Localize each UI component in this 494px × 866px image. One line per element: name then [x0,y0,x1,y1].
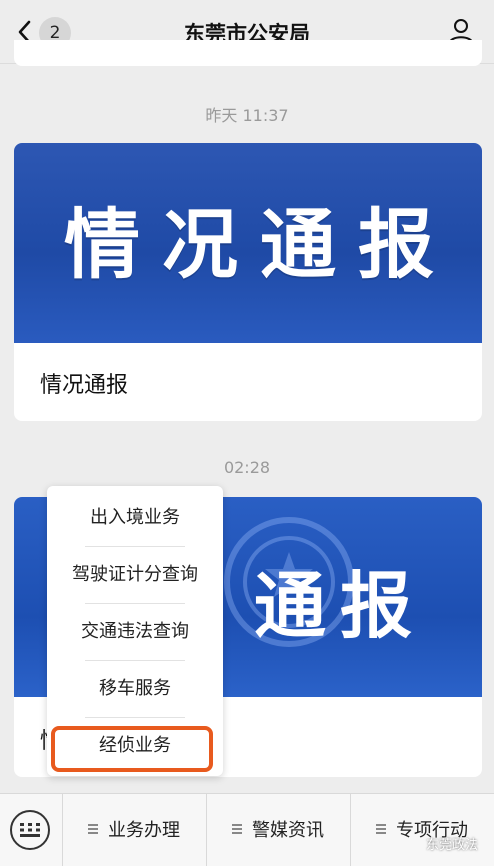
message-timestamp: 昨天 11:37 [205,106,289,125]
tab-label: 业务办理 [108,820,180,841]
article-title: 情况通报 [40,373,129,398]
article-banner: 情况通报 [14,143,482,343]
menu-item-traffic-violation[interactable]: 交通违法查询 [47,604,223,660]
banner-title: 情况通报 [64,200,456,289]
tab-special-action[interactable]: 专项行动 [350,794,494,866]
highlight-box [51,726,213,772]
menu-lines-icon [88,824,98,834]
banner-title: 通报 [254,564,427,648]
tab-business[interactable]: 业务办理 [62,794,206,866]
previous-card-edge [14,40,482,66]
menu-lines-icon [232,824,242,834]
keyboard-icon [20,823,40,837]
menu-lines-icon [376,824,386,834]
menu-item-exit-entry[interactable]: 出入境业务 [47,490,223,546]
watermark: 东莞政法 [425,838,478,853]
tab-police-media[interactable]: 警媒资讯 [206,794,350,866]
keyboard-toggle-button[interactable] [10,810,50,850]
tab-label: 警媒资讯 [252,820,324,841]
message-timestamp: 02:28 [223,458,271,477]
menu-item-move-car[interactable]: 移车服务 [47,661,223,717]
article-card[interactable]: 情况通报 情况通报 [14,143,482,421]
menu-item-license-points[interactable]: 驾驶证计分查询 [47,547,223,603]
bottom-menu-bar: 业务办理 警媒资讯 专项行动 [0,793,494,866]
